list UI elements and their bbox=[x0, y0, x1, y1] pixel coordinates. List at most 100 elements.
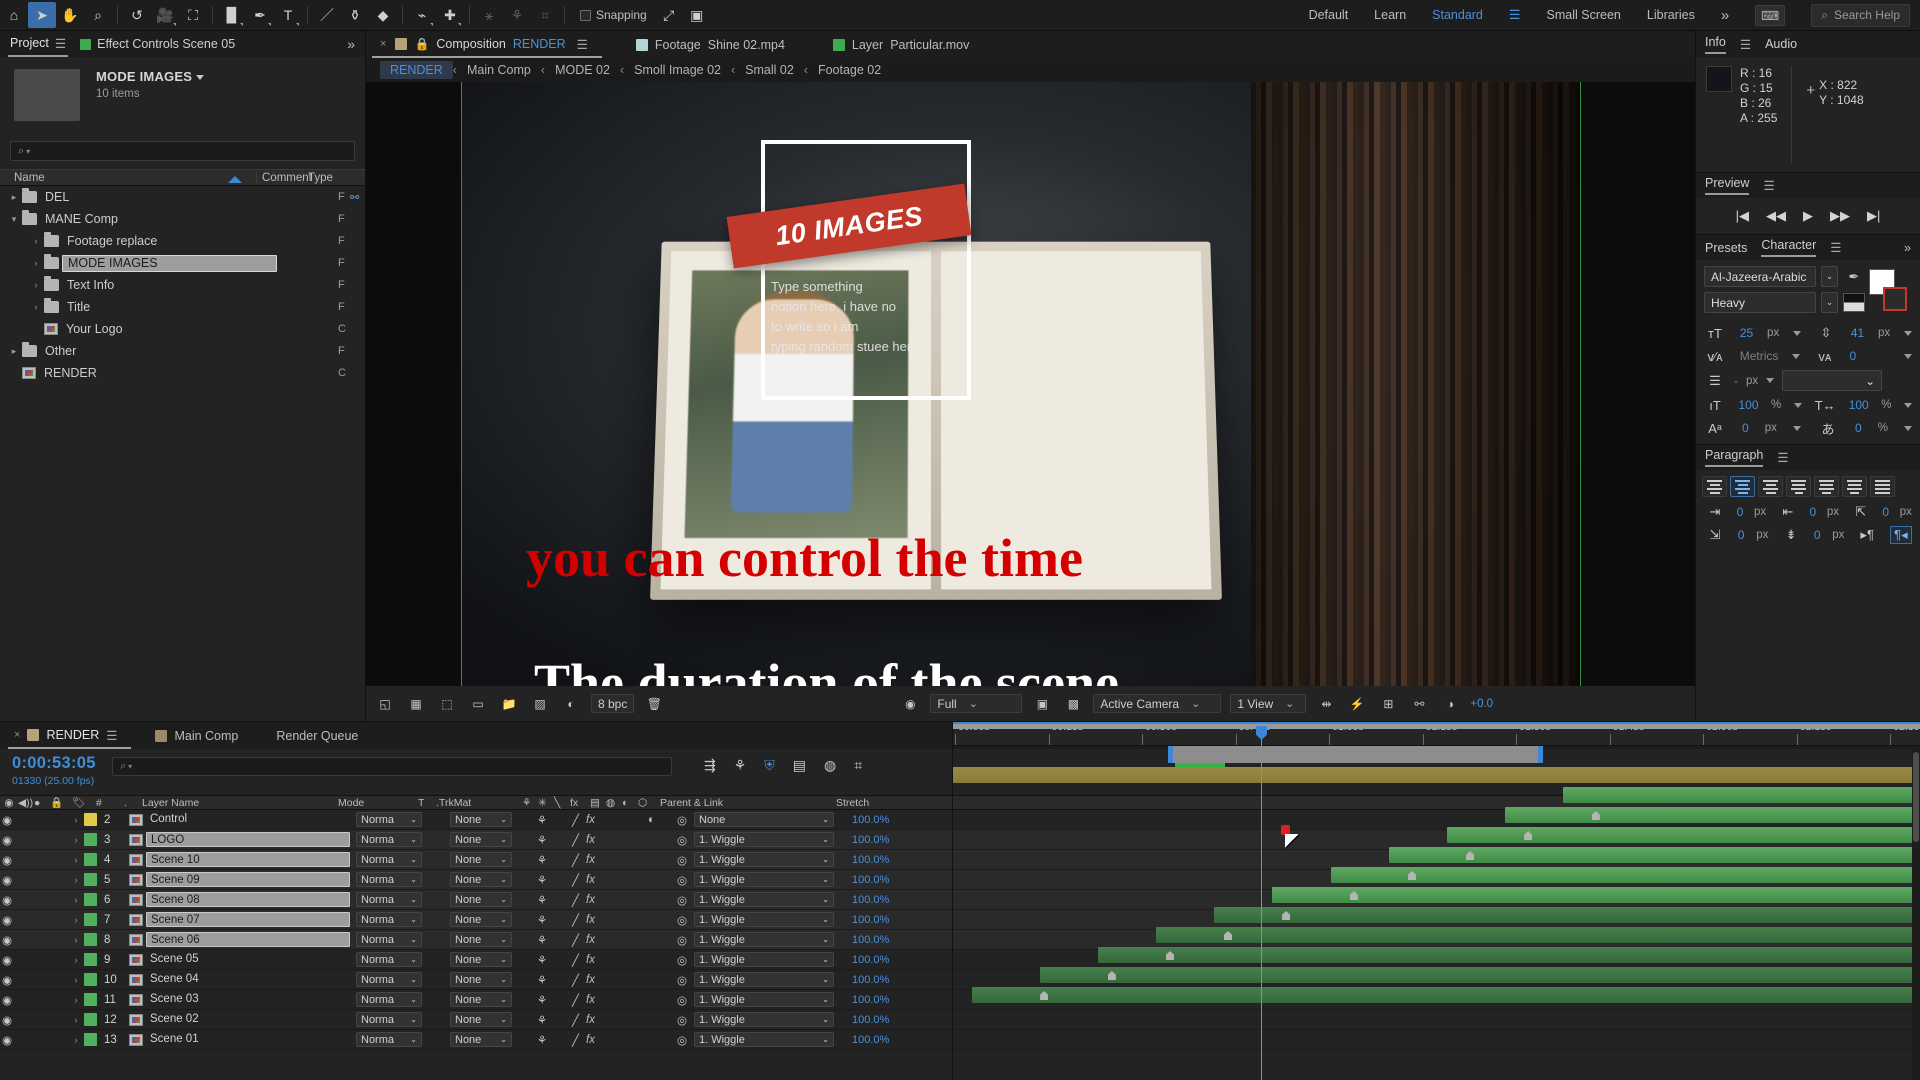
parent-link-selector[interactable]: 1. Wiggle ⌄ bbox=[694, 1012, 834, 1027]
go-to-end-icon[interactable]: ▶| bbox=[1867, 208, 1880, 224]
effects-switch[interactable]: fx bbox=[586, 1030, 608, 1049]
shy-icon[interactable]: ◐ bbox=[560, 694, 582, 714]
space-before-value[interactable]: 0 bbox=[1738, 528, 1745, 542]
tab-audio[interactable]: Audio bbox=[1765, 37, 1797, 51]
type-tool-icon[interactable]: T bbox=[274, 2, 302, 28]
timeline-track-area[interactable]: 00:00s00:15s00:30s00:45s01:00s01:15s01:3… bbox=[952, 721, 1920, 1080]
solo-toggle[interactable] bbox=[30, 830, 46, 849]
snapping-checkbox[interactable] bbox=[580, 9, 591, 21]
layer-label-color[interactable] bbox=[84, 1033, 97, 1046]
timeline-search-input[interactable]: ⌕ ▾ bbox=[112, 757, 672, 776]
track-matte-selector[interactable]: None ⌄ bbox=[450, 912, 512, 927]
track-matte-selector[interactable]: None ⌄ bbox=[450, 932, 512, 947]
layer-name[interactable]: LOGO bbox=[146, 832, 350, 847]
trkmat-header[interactable]: .TrkMat bbox=[432, 797, 518, 809]
workspace-learn[interactable]: Learn bbox=[1374, 8, 1406, 22]
folder-icon[interactable]: 📁 bbox=[498, 694, 520, 714]
blend-mode-selector[interactable]: Norma ⌄ bbox=[356, 812, 422, 827]
panel-menu-icon[interactable]: ☰ bbox=[55, 36, 66, 51]
stretch-header[interactable]: Stretch bbox=[832, 797, 869, 809]
layer-duration-bar[interactable] bbox=[953, 767, 1920, 783]
layer-name-header[interactable]: Layer Name bbox=[138, 797, 334, 809]
twirl-icon[interactable]: › bbox=[28, 258, 44, 268]
chevron-down-icon[interactable] bbox=[1903, 402, 1912, 408]
quality-switch[interactable]: ╱ bbox=[572, 1030, 586, 1049]
clone-stamp-tool-icon[interactable]: ⚱ bbox=[341, 2, 369, 28]
align-center-button[interactable] bbox=[1730, 476, 1755, 497]
layer-label-color[interactable] bbox=[84, 933, 97, 946]
video-toggle[interactable]: ◉ bbox=[0, 990, 14, 1009]
justify-all-button[interactable] bbox=[1870, 476, 1895, 497]
parent-pickwhip[interactable]: ◎ bbox=[670, 810, 694, 829]
region-of-interest-icon[interactable]: ▭ bbox=[467, 694, 489, 714]
font-family-dropdown[interactable]: ⌄ bbox=[1821, 266, 1838, 287]
project-item[interactable]: ▸ DEL F ⚯ bbox=[0, 186, 365, 208]
adjustment-switch[interactable] bbox=[648, 990, 670, 1009]
stretch-value[interactable]: 100.0% bbox=[846, 1010, 889, 1029]
track-matte-selector[interactable]: None ⌄ bbox=[450, 812, 512, 827]
baseline-shift-value[interactable]: 0 bbox=[1742, 421, 1749, 435]
timeline-icon[interactable]: ⊞ bbox=[1377, 694, 1399, 714]
layer-duration-bar[interactable] bbox=[1040, 967, 1920, 983]
camera-selector[interactable]: Active Camera ⌄ bbox=[1093, 694, 1222, 713]
layer-name[interactable]: Scene 02 bbox=[146, 1012, 350, 1027]
quality-switch[interactable]: ╱ bbox=[572, 870, 586, 889]
quality-switch[interactable]: ╱ bbox=[572, 950, 586, 969]
parent-pickwhip[interactable]: ◎ bbox=[670, 990, 694, 1009]
stretch-value[interactable]: 100.0% bbox=[846, 950, 889, 969]
parent-switch[interactable]: ⚘ bbox=[530, 910, 554, 929]
project-item[interactable]: › Footage replace F bbox=[0, 230, 365, 252]
quality-switch[interactable]: ╱ bbox=[572, 990, 586, 1009]
solo-toggle[interactable] bbox=[30, 870, 46, 889]
lock-toggle[interactable] bbox=[46, 810, 68, 829]
current-timecode[interactable]: 0:00:53:05 bbox=[12, 754, 112, 773]
indent-left-value[interactable]: 0 bbox=[1737, 505, 1744, 519]
current-time-indicator[interactable] bbox=[1256, 722, 1267, 1080]
snap-grid-icon[interactable]: ▣ bbox=[683, 2, 711, 28]
audio-toggle[interactable] bbox=[14, 850, 30, 869]
video-toggle[interactable]: ◉ bbox=[0, 850, 14, 869]
justify-last-right-button[interactable] bbox=[1842, 476, 1867, 497]
layer-name[interactable]: Scene 09 bbox=[146, 872, 350, 887]
parent-switch[interactable]: ⚘ bbox=[530, 970, 554, 989]
audio-toggle[interactable] bbox=[14, 910, 30, 929]
justify-last-left-button[interactable] bbox=[1786, 476, 1811, 497]
lock-toggle[interactable] bbox=[46, 990, 68, 1009]
chevron-down-icon[interactable] bbox=[1903, 330, 1912, 336]
layer-label-color[interactable] bbox=[84, 873, 97, 886]
tab-presets[interactable]: Presets bbox=[1705, 241, 1747, 255]
current-time-display[interactable]: 0:00:53:05 01330 (25.00 fps) bbox=[0, 749, 112, 787]
blend-mode-selector[interactable]: Norma ⌄ bbox=[356, 952, 422, 967]
parent-link-selector[interactable]: 1. Wiggle ⌄ bbox=[694, 1032, 834, 1047]
audio-toggle[interactable] bbox=[14, 870, 30, 889]
layer-label-color[interactable] bbox=[84, 853, 97, 866]
solo-toggle[interactable] bbox=[30, 990, 46, 1009]
step-forward-icon[interactable]: ▶▶ bbox=[1830, 208, 1850, 224]
parent-link-selector[interactable]: 1. Wiggle ⌄ bbox=[694, 912, 834, 927]
effects-switch[interactable]: fx bbox=[586, 970, 608, 989]
mask-icon[interactable]: ⬚ bbox=[436, 694, 458, 714]
project-item[interactable]: › Text Info F bbox=[0, 274, 365, 296]
blend-mode-selector[interactable]: Norma ⌄ bbox=[356, 932, 422, 947]
panel-overflow-icon[interactable]: » bbox=[1904, 241, 1911, 255]
video-toggle[interactable]: ◉ bbox=[0, 870, 14, 889]
layer-duration-bar[interactable] bbox=[1214, 907, 1920, 923]
audio-toggle[interactable] bbox=[14, 890, 30, 909]
breadcrumb-item-small-02[interactable]: Small 02 bbox=[735, 61, 804, 79]
stretch-value[interactable]: 100.0% bbox=[846, 1030, 889, 1049]
space-after-value[interactable]: 0 bbox=[1814, 528, 1821, 542]
layer-name[interactable]: Scene 03 bbox=[146, 992, 350, 1007]
effects-switch[interactable]: fx bbox=[586, 910, 608, 929]
twirl-icon[interactable]: ▸ bbox=[6, 192, 22, 203]
parent-link-selector[interactable]: 1. Wiggle ⌄ bbox=[694, 952, 834, 967]
parent-pickwhip[interactable]: ◎ bbox=[670, 910, 694, 929]
column-comment[interactable]: Comment bbox=[256, 171, 312, 184]
parent-switch[interactable]: ⚘ bbox=[530, 850, 554, 869]
draft-3d-icon[interactable]: ⚘ bbox=[734, 757, 747, 774]
video-toggle[interactable]: ◉ bbox=[0, 930, 14, 949]
parent-pickwhip[interactable]: ◎ bbox=[670, 890, 694, 909]
layer-number-header[interactable]: # bbox=[92, 797, 120, 809]
adjustment-switch[interactable] bbox=[648, 850, 670, 869]
column-name[interactable]: Name bbox=[0, 172, 256, 184]
parent-switch[interactable]: ⚘ bbox=[530, 950, 554, 969]
